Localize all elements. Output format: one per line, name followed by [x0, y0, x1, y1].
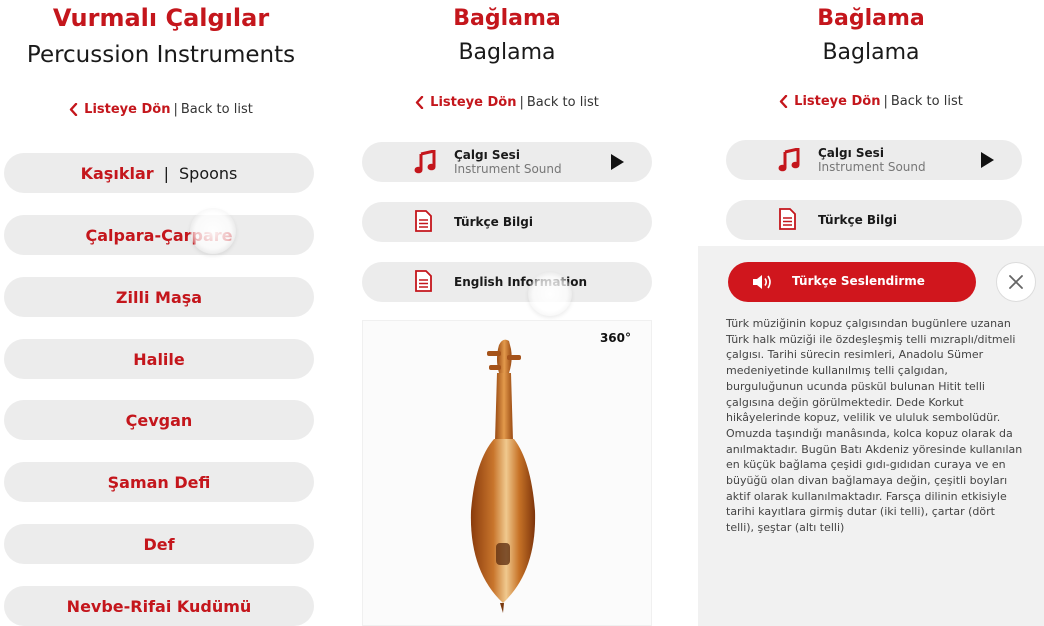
item-label-tr: Çevgan [125, 410, 193, 430]
back-separator: | [519, 95, 524, 110]
baglama-detail-screen: Bağlama Baglama Listeye Dön | Back to list… [356, 0, 658, 626]
sound-label: Çalgı Sesi [454, 148, 520, 162]
back-label-tr: Listeye Dön [794, 94, 881, 109]
back-to-list-link[interactable]: Listeye Dön | Back to list [356, 95, 658, 110]
item-label-tr: Kaşıklar [80, 163, 154, 183]
turkish-info-button[interactable]: Türkçe Bilgi [362, 202, 652, 242]
back-separator: | [173, 102, 178, 117]
sound-label: Çalgı Sesi [818, 146, 884, 160]
play-icon[interactable] [981, 152, 994, 168]
speaker-icon [753, 275, 771, 289]
narration-label: Türkçe Seslendirme [792, 274, 925, 288]
item-label-en: Spoons [179, 163, 238, 183]
page-title-en: Baglama [458, 40, 556, 65]
percussion-list-screen: Vurmalı Çalgılar Percussion Instruments … [0, 0, 322, 626]
item-label-tr: Şaman Defi [107, 472, 211, 492]
page-title-tr: Bağlama [453, 6, 561, 31]
instrument-sound-button[interactable]: Çalgı Sesi Instrument Sound [362, 142, 652, 182]
touch-indicator [528, 272, 572, 316]
back-label-tr: Listeye Dön [430, 95, 517, 110]
english-info-button[interactable]: English Information [362, 262, 652, 302]
document-icon [415, 210, 432, 232]
play-icon[interactable] [611, 154, 624, 170]
page-title-en: Percussion Instruments [26, 42, 296, 68]
back-to-list-link[interactable]: Listeye Dön | Back to list [698, 94, 1044, 109]
turkish-info-label: Türkçe Bilgi [818, 213, 897, 227]
item-label-tr: Halile [133, 349, 185, 369]
turkish-info-button[interactable]: Türkçe Bilgi [726, 200, 1022, 240]
turkish-info-panel: Türkçe Seslendirme Türk müziğinin kopuz … [698, 246, 1044, 626]
chevron-left-icon [415, 96, 424, 109]
baglama-image [470, 339, 536, 613]
instrument-image-viewer[interactable]: 360° [362, 320, 652, 626]
instrument-item-nevbe-rifai-kudumu[interactable]: Nevbe-Rifai Kudümü [4, 586, 314, 626]
back-label-en: Back to list [526, 95, 599, 110]
instrument-sound-button[interactable]: Çalgı Sesi Instrument Sound [726, 140, 1022, 180]
page-title-tr: Bağlama [817, 6, 925, 31]
back-label-en: Back to list [180, 102, 253, 117]
document-icon [415, 270, 432, 292]
instrument-item-zilli-masa[interactable]: Zilli Maşa [4, 277, 314, 317]
turkish-info-label: Türkçe Bilgi [454, 215, 533, 229]
sound-sublabel: Instrument Sound [454, 162, 562, 176]
back-label-en: Back to list [890, 94, 963, 109]
instrument-item-spoons[interactable]: Kaşıklar | Spoons [4, 153, 314, 193]
instrument-item-calpara[interactable]: Çalpara-Çarpare [4, 215, 314, 255]
rotate-360-icon[interactable]: 360° [600, 331, 631, 345]
back-separator: | [883, 94, 888, 109]
document-icon [779, 208, 796, 230]
close-button[interactable] [996, 262, 1036, 302]
page-title-en: Baglama [822, 40, 920, 65]
turkish-narration-button[interactable]: Türkçe Seslendirme [728, 262, 976, 302]
music-note-icon [414, 150, 436, 174]
item-label-tr: Zilli Maşa [115, 287, 203, 307]
baglama-info-screen: Bağlama Baglama Listeye Dön | Back to list… [698, 0, 1044, 626]
touch-indicator [190, 208, 236, 254]
sound-sublabel: Instrument Sound [818, 160, 926, 174]
instrument-item-cevgan[interactable]: Çevgan [4, 400, 314, 440]
close-icon [1009, 275, 1023, 289]
music-note-icon [778, 148, 800, 172]
instrument-item-def[interactable]: Def [4, 524, 314, 564]
chevron-left-icon [779, 95, 788, 108]
info-text: Türk müziğinin kopuz çalgısından bugünle… [726, 317, 1023, 535]
item-separator: | [163, 163, 170, 183]
page-title-tr: Vurmalı Çalgılar [52, 4, 270, 32]
item-label-tr: Nevbe-Rifai Kudümü [66, 596, 252, 616]
item-label-tr: Def [143, 534, 175, 554]
back-to-list-link[interactable]: Listeye Dön | Back to list [0, 102, 322, 117]
back-label-tr: Listeye Dön [84, 102, 171, 117]
instrument-item-saman-defi[interactable]: Şaman Defi [4, 462, 314, 502]
chevron-left-icon [69, 103, 78, 116]
instrument-item-halile[interactable]: Halile [4, 339, 314, 379]
